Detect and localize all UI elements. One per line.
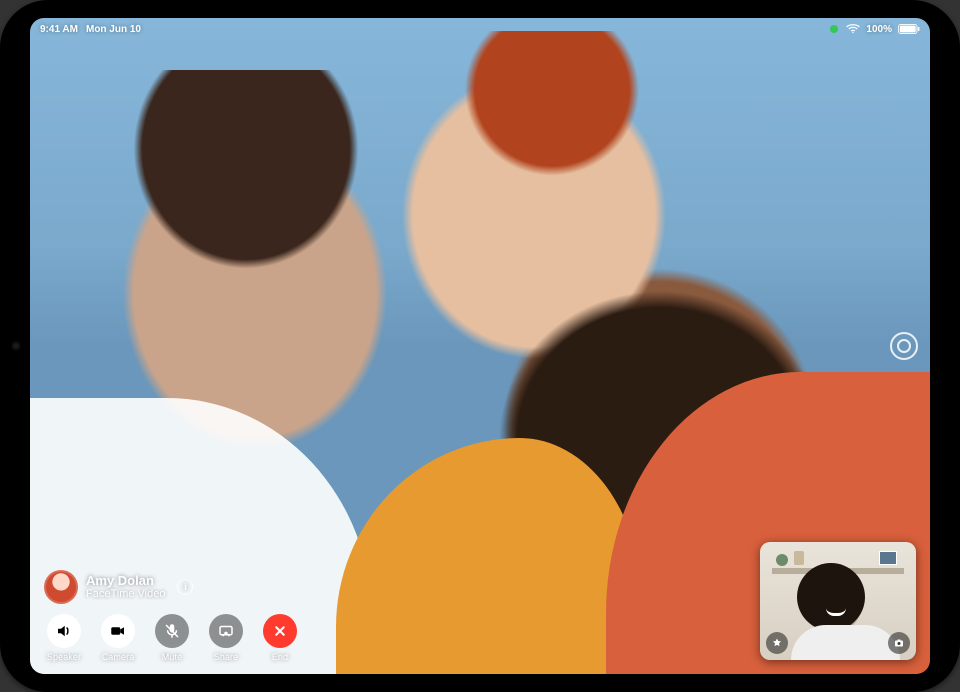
- self-view-bg: [776, 554, 788, 566]
- mute-button[interactable]: Mute: [152, 614, 192, 662]
- shutter-button[interactable]: [888, 632, 910, 654]
- status-date: Mon Jun 10: [86, 24, 141, 35]
- battery-percent: 100%: [866, 24, 892, 35]
- end-label: End: [272, 652, 288, 662]
- call-controls-panel: Amy Dolan FaceTime Video i Speaker: [44, 570, 300, 662]
- self-view-pip[interactable]: [760, 542, 916, 660]
- mute-label: Mute: [162, 652, 182, 662]
- camera-button[interactable]: Camera: [98, 614, 138, 662]
- camera-label: Camera: [102, 652, 135, 662]
- video-camera-icon: [101, 614, 135, 648]
- live-capture-icon[interactable]: [890, 332, 918, 360]
- status-time: 9:41 AM: [40, 24, 78, 35]
- microphone-slash-icon: [155, 614, 189, 648]
- caller-subtitle: FaceTime Video: [86, 588, 165, 600]
- share-button[interactable]: Share: [206, 614, 246, 662]
- remote-video: [102, 70, 390, 332]
- shareplay-icon: [209, 614, 243, 648]
- x-icon: [263, 614, 297, 648]
- share-label: Share: [214, 652, 239, 662]
- caller-name: Amy Dolan: [86, 574, 165, 588]
- wifi-icon: [846, 24, 860, 34]
- info-icon[interactable]: i: [177, 579, 193, 595]
- facetime-screen: 9:41 AM Mon Jun 10 100%: [30, 18, 930, 674]
- self-view-bg: [794, 551, 804, 565]
- status-bar: 9:41 AM Mon Jun 10 100%: [30, 18, 930, 40]
- end-button[interactable]: End: [260, 614, 300, 662]
- self-view-bg: [879, 551, 897, 565]
- speaker-label: Speaker: [47, 652, 81, 662]
- caller-info-row[interactable]: Amy Dolan FaceTime Video i: [44, 570, 300, 604]
- effects-button[interactable]: [766, 632, 788, 654]
- caller-avatar: [44, 570, 78, 604]
- camera-active-indicator: [830, 25, 838, 33]
- controls-row: Speaker Camera Mute: [44, 614, 300, 662]
- ipad-device-frame: 9:41 AM Mon Jun 10 100%: [0, 0, 960, 692]
- self-view-bg: [797, 563, 865, 631]
- speaker-button[interactable]: Speaker: [44, 614, 84, 662]
- battery-icon: [898, 24, 920, 34]
- speaker-icon: [47, 614, 81, 648]
- self-view-bg: [791, 625, 900, 660]
- front-camera-dot: [13, 343, 19, 349]
- remote-video: [435, 31, 669, 228]
